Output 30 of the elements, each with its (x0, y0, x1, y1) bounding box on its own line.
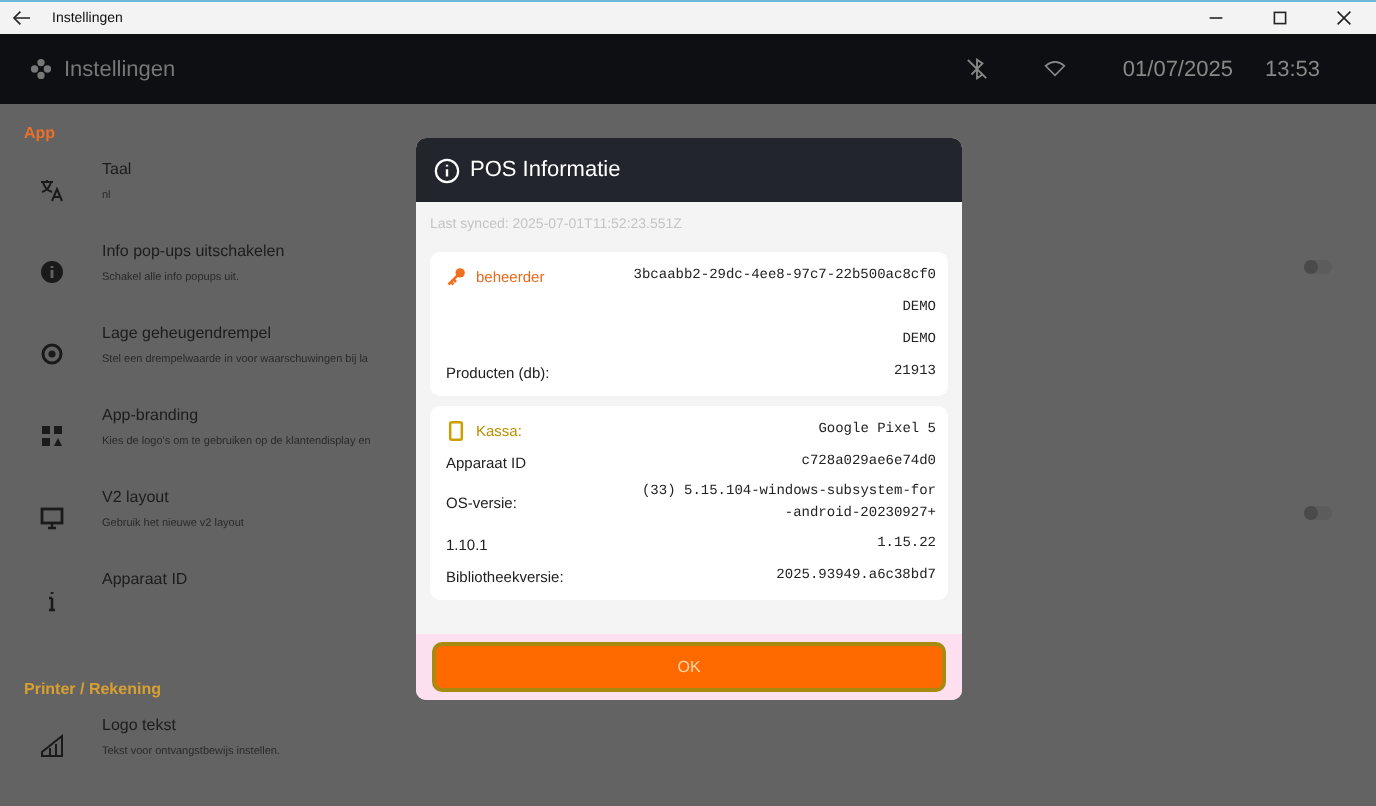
maximize-icon[interactable] (1272, 10, 1288, 26)
wifi-icon (1044, 58, 1067, 80)
translate-icon (40, 178, 64, 202)
key-icon (446, 265, 466, 287)
close-icon[interactable] (1336, 10, 1352, 26)
bluetooth-off-icon (966, 58, 989, 80)
toggle-switch[interactable] (1304, 260, 1332, 274)
memory-icon (40, 342, 64, 366)
setting-title[interactable]: Taal (102, 160, 132, 178)
setting-title[interactable]: Apparaat ID (102, 570, 188, 588)
info-icon (40, 260, 64, 284)
monitor-icon (40, 506, 64, 530)
info-icon (434, 157, 460, 183)
toggle-switch[interactable] (1304, 506, 1332, 520)
section-heading: Printer / Rekening (24, 680, 163, 698)
flower-icon (30, 58, 52, 80)
ok-button[interactable]: OK (432, 642, 946, 692)
branding-icon (40, 424, 64, 448)
setting-title[interactable]: App-branding (102, 406, 371, 424)
back-arrow-icon[interactable] (12, 10, 32, 26)
date-text: 01/07/2025 (1122, 57, 1233, 81)
phone-icon (446, 419, 466, 441)
setting-title[interactable]: Info pop-ups uitschakelen (102, 242, 285, 260)
dialog-title: POS Informatie (470, 158, 621, 182)
section-heading: App (24, 124, 58, 142)
app-title: Instellingen (64, 57, 176, 81)
time-text: 13:53 (1264, 57, 1320, 81)
setting-title[interactable]: Lage geheugendrempel (102, 324, 368, 342)
setting-title[interactable]: Logo tekst (102, 716, 280, 734)
setting-title[interactable]: V2 layout (102, 488, 244, 506)
